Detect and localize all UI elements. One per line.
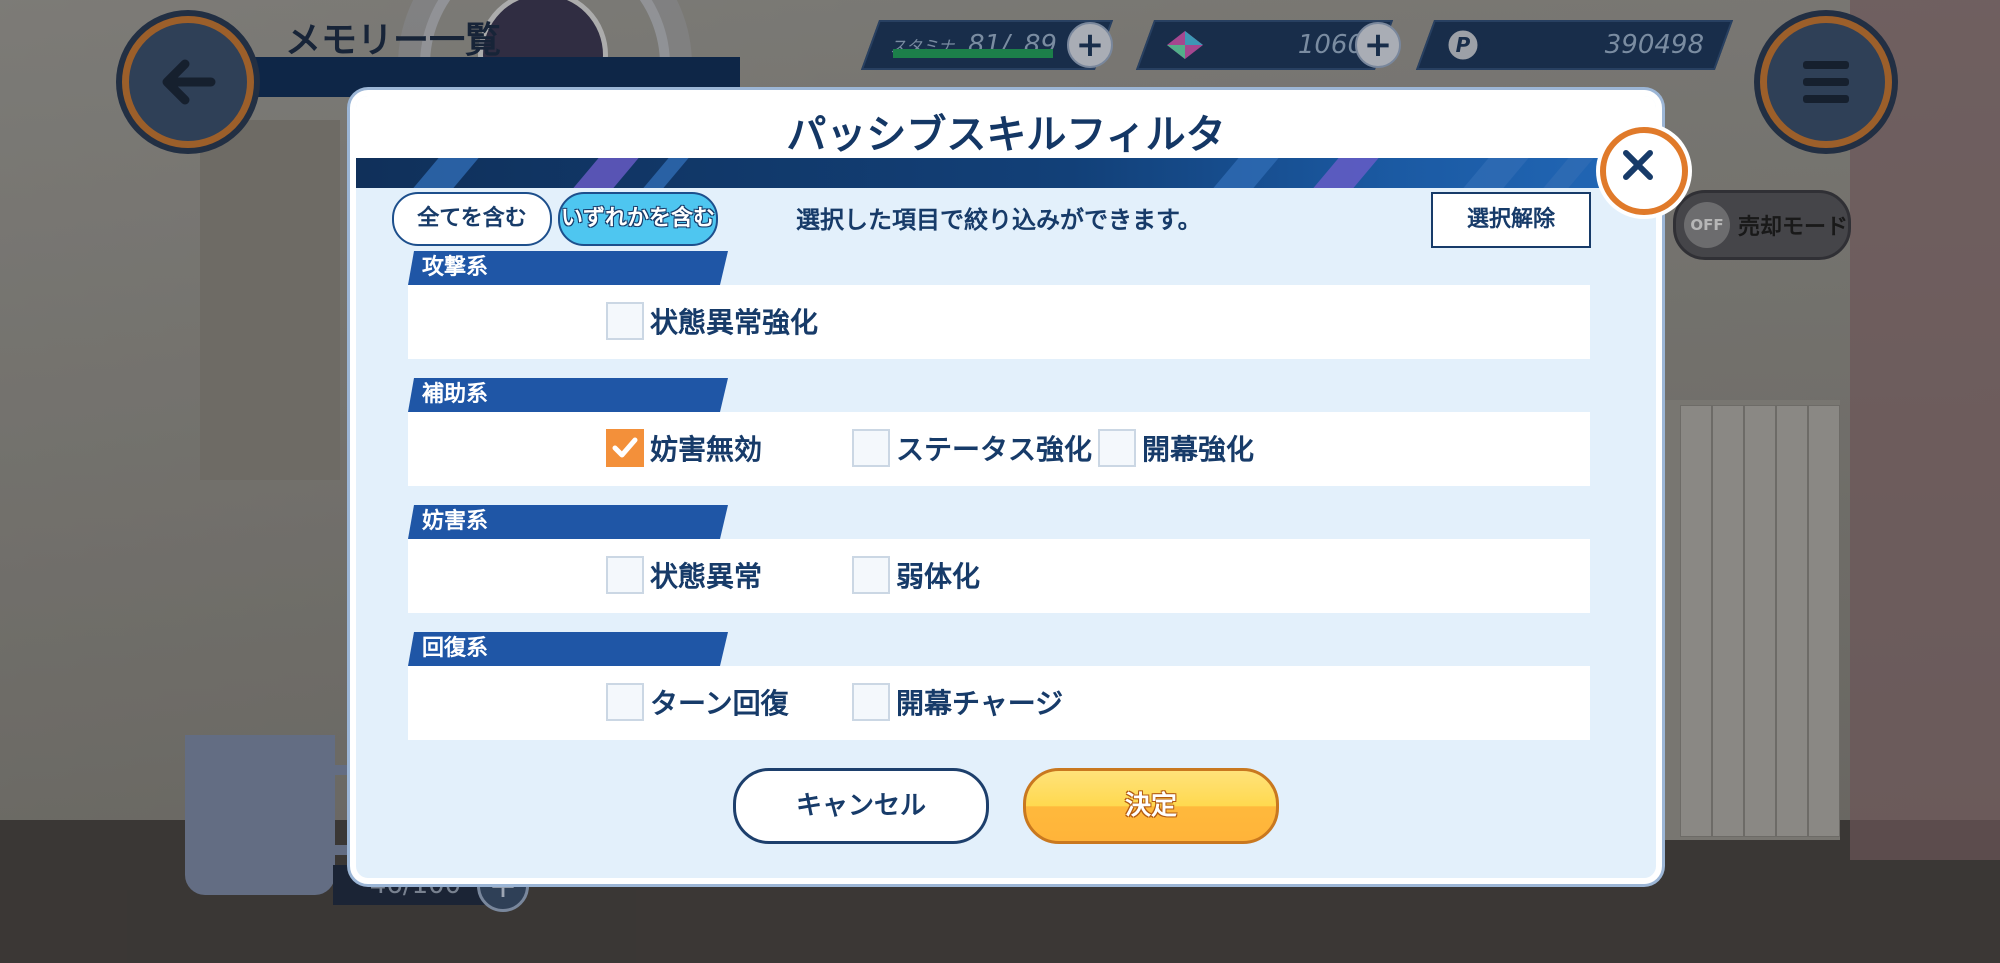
checkbox[interactable]	[852, 429, 890, 467]
checkmark-icon	[612, 437, 638, 458]
checkbox-checked[interactable]	[606, 429, 644, 467]
category-label-interference: 妨害系	[408, 505, 728, 539]
title-stripe	[356, 158, 1656, 188]
option-label: 状態異常強化	[650, 306, 819, 339]
option-status-ailment-boost[interactable]: 状態異常強化	[606, 301, 818, 341]
option-opening-charge[interactable]: 開幕チャージ	[852, 682, 1063, 722]
checkbox[interactable]	[852, 556, 890, 594]
close-icon	[1623, 150, 1653, 180]
filter-hint: 選択した項目で絞り込みができます。	[796, 206, 1202, 234]
option-turn-recovery[interactable]: ターン回復	[606, 682, 789, 722]
category-row-attack: 状態異常強化	[408, 285, 1590, 359]
close-button[interactable]	[1600, 127, 1688, 215]
checkbox[interactable]	[1098, 429, 1136, 467]
clear-selection-button[interactable]: 選択解除	[1431, 192, 1591, 248]
option-interference-immunity[interactable]: 妨害無効	[606, 428, 762, 468]
cancel-button[interactable]: キャンセル	[733, 768, 989, 844]
passive-skill-filter-dialog: パッシブスキルフィルタ 全てを含む いずれかを含む 選択した項目で絞り込みができ…	[350, 90, 1662, 884]
option-label: ステータス強化	[896, 433, 1093, 466]
option-label: 開幕チャージ	[896, 687, 1064, 720]
option-label: 妨害無効	[650, 433, 763, 466]
checkbox[interactable]	[606, 556, 644, 594]
option-label: ターン回復	[650, 687, 789, 720]
option-opening-boost[interactable]: 開幕強化	[1098, 428, 1254, 468]
option-status-ailment[interactable]: 状態異常	[606, 555, 762, 595]
checkbox[interactable]	[852, 683, 890, 721]
checkbox[interactable]	[606, 302, 644, 340]
option-label: 状態異常	[650, 560, 763, 593]
category-label-support: 補助系	[408, 378, 728, 412]
confirm-button[interactable]: 決定	[1023, 768, 1279, 844]
category-label-attack: 攻撃系	[408, 251, 728, 285]
category-row-recovery: ターン回復 開幕チャージ	[408, 666, 1590, 740]
match-any-button[interactable]: いずれかを含む	[558, 192, 718, 246]
category-row-interference: 状態異常 弱体化	[408, 539, 1590, 613]
checkbox[interactable]	[606, 683, 644, 721]
option-label: 開幕強化	[1142, 433, 1255, 466]
match-all-button[interactable]: 全てを含む	[392, 192, 552, 246]
dialog-title: パッシブスキルフィルタ	[786, 112, 1226, 158]
category-label-recovery: 回復系	[408, 632, 728, 666]
option-debuff[interactable]: 弱体化	[852, 555, 980, 595]
option-label: 弱体化	[896, 560, 981, 593]
option-status-boost[interactable]: ステータス強化	[852, 428, 1092, 468]
category-row-support: 妨害無効 ステータス強化 開幕強化	[408, 412, 1590, 486]
